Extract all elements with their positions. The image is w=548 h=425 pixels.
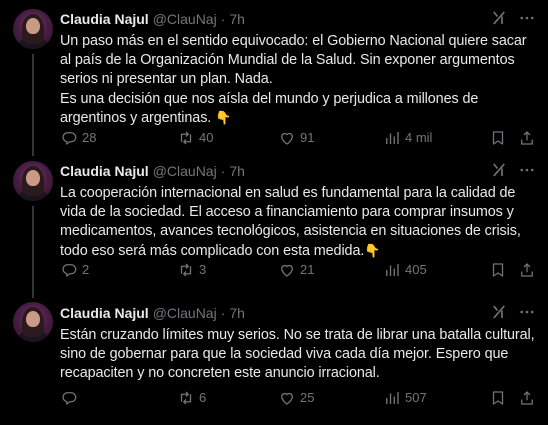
author-name[interactable]: Claudia Najul [60, 304, 149, 322]
author-handle[interactable]: @ClauNaj [153, 304, 217, 322]
like-count: 91 [300, 130, 315, 145]
bookmark-icon [489, 129, 507, 147]
bookmark-button[interactable] [489, 261, 507, 279]
pointing-down-emoji: 👇 [215, 110, 232, 126]
avatar[interactable] [13, 9, 53, 49]
views-button[interactable]: 507 [383, 389, 427, 407]
reply-button[interactable] [60, 389, 82, 407]
share-button[interactable] [518, 129, 536, 147]
pointing-down-emoji: 👇 [364, 243, 381, 259]
thread-line [32, 284, 34, 296]
author-handle[interactable]: @ClauNaj [153, 162, 217, 180]
tweet-text-content: La cooperación internacional en salud es… [60, 185, 525, 259]
bookmark-button[interactable] [489, 389, 507, 407]
more-icon[interactable] [518, 303, 536, 321]
views-icon [383, 261, 401, 279]
repost-button[interactable]: 6 [177, 389, 206, 407]
tweet-text-content: Un paso más en el sentido equivocado: el… [60, 33, 527, 126]
author-name[interactable]: Claudia Najul [60, 162, 149, 180]
like-icon [278, 261, 296, 279]
grok-icon[interactable] [490, 9, 508, 27]
repost-icon [177, 129, 195, 147]
tweet[interactable]: Claudia Najul @ClauNaj · 7h Están cruzan… [0, 284, 548, 425]
grok-icon[interactable] [490, 303, 508, 321]
like-button[interactable]: 25 [278, 389, 314, 407]
reply-count: 28 [82, 130, 97, 145]
repost-icon [177, 261, 195, 279]
separator: · [220, 305, 226, 321]
views-icon [383, 129, 401, 147]
tweet-text: La cooperación internacional en salud es… [60, 184, 536, 261]
repost-count: 3 [199, 262, 207, 277]
avatar[interactable] [13, 302, 53, 342]
repost-icon [177, 389, 195, 407]
reply-icon [60, 389, 78, 407]
tweet-actions: 2 3 21 405 [60, 260, 536, 280]
tweet[interactable]: Claudia Najul @ClauNaj · 7h La cooperaci… [0, 144, 548, 298]
tweet-text-content: Están cruzando límites muy serios. No se… [60, 327, 539, 382]
tweet-header: Claudia Najul @ClauNaj · 7h [60, 10, 536, 28]
tweet-actions: 28 40 91 4 mil [60, 128, 536, 148]
tweet-text: Están cruzando límites muy serios. No se… [60, 326, 536, 384]
more-icon[interactable] [518, 161, 536, 179]
share-icon [518, 261, 536, 279]
like-icon [278, 129, 296, 147]
share-button[interactable] [518, 389, 536, 407]
tweet-header: Claudia Najul @ClauNaj · 7h [60, 304, 536, 322]
reply-icon [60, 261, 78, 279]
tweet-text: Un paso más en el sentido equivocado: el… [60, 32, 536, 128]
bookmark-button[interactable] [489, 129, 507, 147]
more-icon[interactable] [518, 9, 536, 27]
avatar[interactable] [13, 161, 53, 201]
views-count: 507 [405, 390, 427, 405]
repost-count: 40 [199, 130, 214, 145]
timestamp[interactable]: 7h [229, 304, 245, 322]
views-count: 4 mil [405, 130, 433, 145]
separator: · [220, 163, 226, 179]
author-handle[interactable]: @ClauNaj [153, 10, 217, 28]
timeline: Claudia Najul @ClauNaj · 7h Un paso más … [0, 0, 548, 425]
like-button[interactable]: 21 [278, 261, 314, 279]
like-button[interactable]: 91 [278, 129, 314, 147]
bookmark-icon [489, 261, 507, 279]
views-button[interactable]: 405 [383, 261, 427, 279]
timestamp[interactable]: 7h [229, 162, 245, 180]
share-icon [518, 389, 536, 407]
like-icon [278, 389, 296, 407]
like-count: 21 [300, 262, 315, 277]
separator: · [220, 11, 226, 27]
tweet-header: Claudia Najul @ClauNaj · 7h [60, 162, 536, 180]
thread-line [32, 54, 34, 154]
timestamp[interactable]: 7h [229, 10, 245, 28]
repost-button[interactable]: 3 [177, 261, 206, 279]
reply-button[interactable]: 2 [60, 261, 89, 279]
reply-count: 2 [82, 262, 90, 277]
share-button[interactable] [518, 261, 536, 279]
reply-button[interactable]: 28 [60, 129, 96, 147]
grok-icon[interactable] [490, 161, 508, 179]
thread-line [32, 144, 34, 156]
author-name[interactable]: Claudia Najul [60, 10, 149, 28]
views-button[interactable]: 4 mil [383, 129, 432, 147]
tweet[interactable]: Claudia Najul @ClauNaj · 7h Un paso más … [0, 0, 548, 154]
repost-count: 6 [199, 390, 207, 405]
bookmark-icon [489, 389, 507, 407]
reply-icon [60, 129, 78, 147]
like-count: 25 [300, 390, 315, 405]
tweet-actions: 6 25 507 [60, 388, 536, 408]
share-icon [518, 129, 536, 147]
views-count: 405 [405, 262, 427, 277]
repost-button[interactable]: 40 [177, 129, 213, 147]
views-icon [383, 389, 401, 407]
